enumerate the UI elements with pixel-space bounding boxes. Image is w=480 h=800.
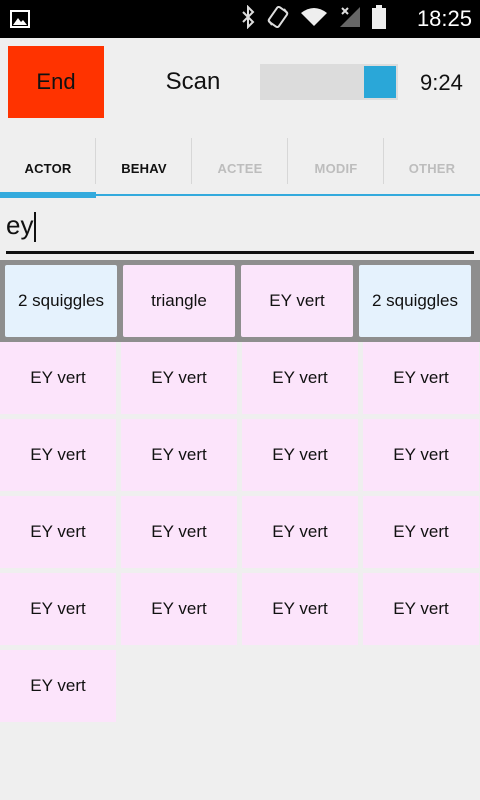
result-cell[interactable]: EY vert	[0, 342, 116, 414]
slider-thumb[interactable]	[364, 66, 396, 98]
tab-label: ACTEE	[217, 160, 263, 176]
scan-label: Scan	[165, 68, 221, 95]
tab-other[interactable]: OTHER	[384, 138, 480, 198]
tab-behav[interactable]: BEHAV	[96, 138, 192, 198]
tab-label: ACTOR	[24, 160, 72, 176]
selected-symbol[interactable]: EY vert	[241, 265, 353, 337]
result-cell[interactable]: EY vert	[121, 496, 237, 568]
result-cell[interactable]: EY vert	[363, 573, 479, 645]
vibrate-icon	[266, 5, 290, 34]
tab-label: MODIF	[314, 160, 358, 176]
timer: 9:24	[420, 70, 463, 95]
scan-slider[interactable]	[260, 64, 398, 100]
end-button[interactable]: End	[8, 46, 104, 118]
result-cell[interactable]: EY vert	[121, 342, 237, 414]
result-cell[interactable]: EY vert	[0, 419, 116, 491]
bluetooth-icon	[240, 4, 256, 34]
tab-label: OTHER	[408, 160, 456, 176]
tab-bar: ACTOR BEHAV ACTEE MODIF OTHER	[0, 138, 480, 198]
result-cell[interactable]: EY vert	[0, 496, 116, 568]
tab-label: BEHAV	[121, 160, 167, 176]
input-underline	[6, 251, 474, 254]
image-icon	[10, 9, 30, 34]
result-cell[interactable]: EY vert	[0, 650, 116, 722]
result-cell[interactable]: EY vert	[363, 419, 479, 491]
result-cell[interactable]: EY vert	[0, 573, 116, 645]
result-cell[interactable]: EY vert	[242, 419, 358, 491]
result-cell[interactable]: EY vert	[242, 496, 358, 568]
search-input[interactable]: ey	[6, 204, 474, 254]
clock: 18:25	[416, 6, 472, 31]
status-bar: 18:25	[0, 0, 480, 38]
result-cell[interactable]: EY vert	[242, 342, 358, 414]
tab-actee[interactable]: ACTEE	[192, 138, 288, 198]
result-cell[interactable]: EY vert	[242, 573, 358, 645]
result-cell[interactable]: EY vert	[363, 342, 479, 414]
selected-symbol[interactable]: 2 squiggles	[5, 265, 117, 337]
selected-symbol[interactable]: 2 squiggles	[359, 265, 471, 337]
wifi-icon	[300, 6, 328, 33]
text-cursor	[34, 212, 36, 242]
selected-symbols-row: 2 squiggles triangle EY vert 2 squiggles	[0, 260, 480, 342]
battery-icon	[372, 4, 386, 34]
search-input-text[interactable]: ey	[6, 210, 33, 241]
tab-actor[interactable]: ACTOR	[0, 138, 96, 198]
result-cell[interactable]: EY vert	[121, 573, 237, 645]
result-cell[interactable]: EY vert	[363, 496, 479, 568]
tab-modif[interactable]: MODIF	[288, 138, 384, 198]
result-cell[interactable]: EY vert	[121, 419, 237, 491]
signal-icon	[338, 5, 362, 34]
selected-symbol[interactable]: triangle	[123, 265, 235, 337]
